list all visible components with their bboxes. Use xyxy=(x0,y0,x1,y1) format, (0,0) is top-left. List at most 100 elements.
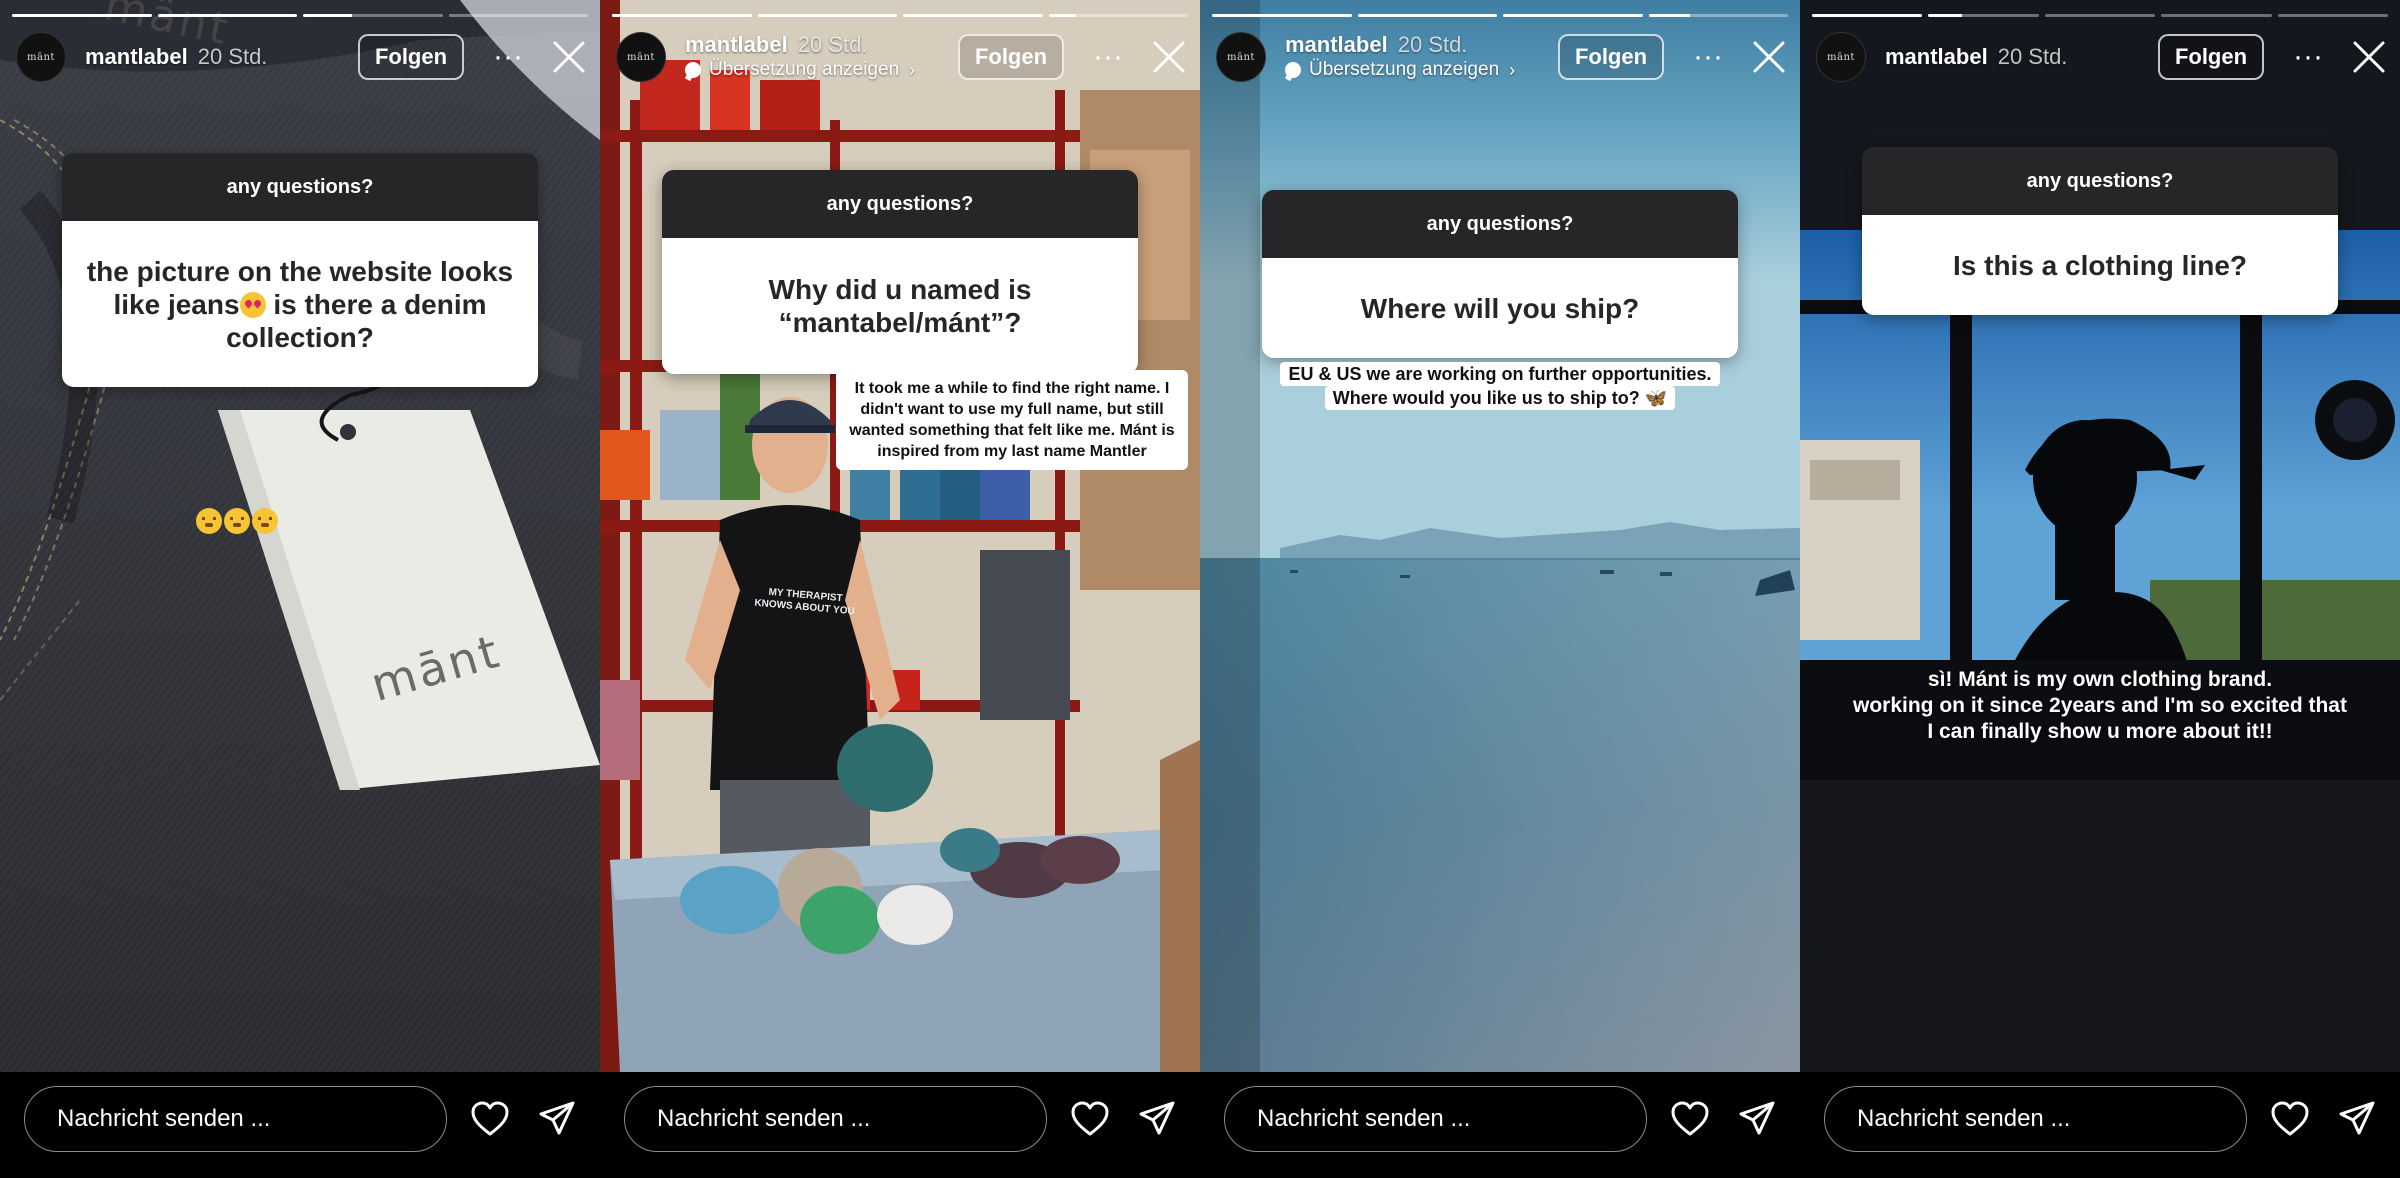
progress-segment xyxy=(2161,14,2272,17)
shushing-face-emoji xyxy=(252,508,278,534)
answer-line: sì! Mánt is my own clothing brand. xyxy=(1927,668,2273,691)
answer-text: It took me a while to find the right nam… xyxy=(836,370,1188,470)
heart-icon[interactable] xyxy=(1670,1100,1710,1138)
close-icon[interactable] xyxy=(552,40,586,74)
more-icon[interactable]: ··· xyxy=(2290,42,2326,72)
post-time: 20 Std. xyxy=(797,32,868,57)
progress-segment xyxy=(1048,14,1188,17)
send-icon[interactable] xyxy=(1738,1100,1776,1138)
progress-segment xyxy=(757,14,897,17)
chevron-right-icon: › xyxy=(909,59,916,80)
message-input[interactable] xyxy=(1224,1086,1647,1152)
username-link[interactable]: mantlabel xyxy=(1285,32,1388,57)
story-header: mānt mantlabel 20 Std. Übersetzung anzeig… xyxy=(1216,26,1786,86)
question-sticker-title: any questions? xyxy=(662,170,1138,238)
story-panel-3[interactable]: mānt mantlabel 20 Std. Übersetzung anzeig… xyxy=(1200,0,1800,1178)
translate-icon xyxy=(685,62,701,78)
question-sticker: any questions? Why did u named is “manta… xyxy=(662,170,1138,374)
profile-name-row: mantlabel 20 Std. xyxy=(1285,32,1467,58)
story-footer xyxy=(0,1072,600,1178)
post-time: 20 Std. xyxy=(197,44,268,69)
translate-label: Übersetzung anzeigen xyxy=(709,59,900,80)
send-icon[interactable] xyxy=(2338,1100,2376,1138)
avatar[interactable]: mānt xyxy=(16,32,66,82)
send-icon[interactable] xyxy=(538,1100,576,1138)
shushing-face-emoji xyxy=(224,508,250,534)
follow-button[interactable]: Folgen xyxy=(958,34,1064,80)
progress-segment xyxy=(303,14,443,17)
username-link[interactable]: mantlabel xyxy=(85,44,188,69)
story-panel-1[interactable]: mänt mānt mānt mantlabel 20 Std. Folgen ·… xyxy=(0,0,600,1178)
question-text-part: is there a denim collection? xyxy=(226,288,487,353)
progress-segment xyxy=(2277,14,2389,17)
post-time: 20 Std. xyxy=(1997,44,2068,69)
message-input[interactable] xyxy=(624,1086,1047,1152)
answer-line: EU & US we are working on further opport… xyxy=(1280,362,1720,386)
username-link[interactable]: mantlabel xyxy=(685,32,788,57)
progress-segment xyxy=(1928,14,2039,17)
answer-text: sì! Mánt is my own clothing brand. worki… xyxy=(1800,667,2400,745)
chevron-right-icon: › xyxy=(1509,59,1516,80)
avatar[interactable]: mānt xyxy=(1216,32,1266,82)
profile-name-row: mantlabel 20 Std. xyxy=(85,44,267,70)
question-sticker: any questions? Where will you ship? xyxy=(1262,190,1738,358)
more-icon[interactable]: ··· xyxy=(1090,42,1126,72)
question-text: Where will you ship? xyxy=(1262,258,1738,358)
avatar[interactable]: mānt xyxy=(1816,32,1866,82)
story-header: mānt mantlabel 20 Std. Folgen ··· xyxy=(16,26,586,86)
story-progress-bar xyxy=(1812,14,2389,18)
progress-segment xyxy=(1503,14,1643,17)
story-header: mānt mantlabel 20 Std. Folgen ··· xyxy=(1816,26,2386,86)
question-text: the picture on the website looks like je… xyxy=(62,221,538,387)
follow-button[interactable]: Folgen xyxy=(1558,34,1664,80)
close-icon[interactable] xyxy=(2352,40,2386,74)
question-sticker-title: any questions? xyxy=(1262,190,1738,258)
story-header: mānt mantlabel 20 Std. Übersetzung anzeig… xyxy=(616,26,1186,86)
progress-segment xyxy=(1212,14,1352,17)
emoji-reaction-row xyxy=(196,508,278,534)
heart-eyes-emoji xyxy=(239,291,266,318)
progress-segment xyxy=(1812,14,1923,17)
progress-segment xyxy=(2044,14,2156,17)
stories-strip: mänt mānt mānt mantlabel 20 Std. Folgen ·… xyxy=(0,0,2400,1178)
story-photo-workshop: MY THERAPIST KNOWS ABOUT YOU xyxy=(600,0,1200,1072)
progress-segment xyxy=(1648,14,1788,17)
story-panel-4[interactable]: mānt mantlabel 20 Std. Folgen ··· any que… xyxy=(1800,0,2400,1178)
profile-name-row: mantlabel 20 Std. xyxy=(685,32,867,58)
story-progress-bar xyxy=(1212,14,1788,18)
follow-button[interactable]: Folgen xyxy=(2158,34,2264,80)
more-icon[interactable]: ··· xyxy=(1690,42,1726,72)
follow-button[interactable]: Folgen xyxy=(358,34,464,80)
answer-line: Where would you like us to ship to? 🦋 xyxy=(1324,386,1676,410)
send-icon[interactable] xyxy=(1138,1100,1176,1138)
progress-segment xyxy=(1357,14,1497,17)
heart-icon[interactable] xyxy=(470,1100,510,1138)
username-link[interactable]: mantlabel xyxy=(1885,44,1988,69)
close-icon[interactable] xyxy=(1152,40,1186,74)
close-icon[interactable] xyxy=(1752,40,1786,74)
progress-segment xyxy=(612,14,752,17)
story-footer xyxy=(1800,1072,2400,1178)
question-sticker-title: any questions? xyxy=(1862,147,2338,215)
translate-link[interactable]: Übersetzung anzeigen › xyxy=(685,59,915,81)
answer-text: EU & US we are working on further opport… xyxy=(1240,362,1760,410)
avatar[interactable]: mānt xyxy=(616,32,666,82)
more-icon[interactable]: ··· xyxy=(490,42,526,72)
answer-line: I can finally show u more about it!! xyxy=(1927,720,2273,743)
story-panel-2[interactable]: MY THERAPIST KNOWS ABOUT YOU mānt mantla… xyxy=(600,0,1200,1178)
translate-label: Übersetzung anzeigen xyxy=(1309,59,1500,80)
progress-segment xyxy=(448,14,588,17)
shushing-face-emoji xyxy=(196,508,222,534)
message-input[interactable] xyxy=(1824,1086,2247,1152)
progress-segment xyxy=(157,14,297,17)
question-sticker-title: any questions? xyxy=(62,153,538,221)
story-footer xyxy=(600,1072,1200,1178)
message-input[interactable] xyxy=(24,1086,447,1152)
translate-link[interactable]: Übersetzung anzeigen › xyxy=(1285,59,1515,81)
story-progress-bar xyxy=(12,14,588,18)
progress-segment xyxy=(12,14,152,17)
heart-icon[interactable] xyxy=(2270,1100,2310,1138)
question-sticker: any questions? the picture on the websit… xyxy=(62,153,538,387)
profile-name-row: mantlabel 20 Std. xyxy=(1885,44,2067,70)
heart-icon[interactable] xyxy=(1070,1100,1110,1138)
